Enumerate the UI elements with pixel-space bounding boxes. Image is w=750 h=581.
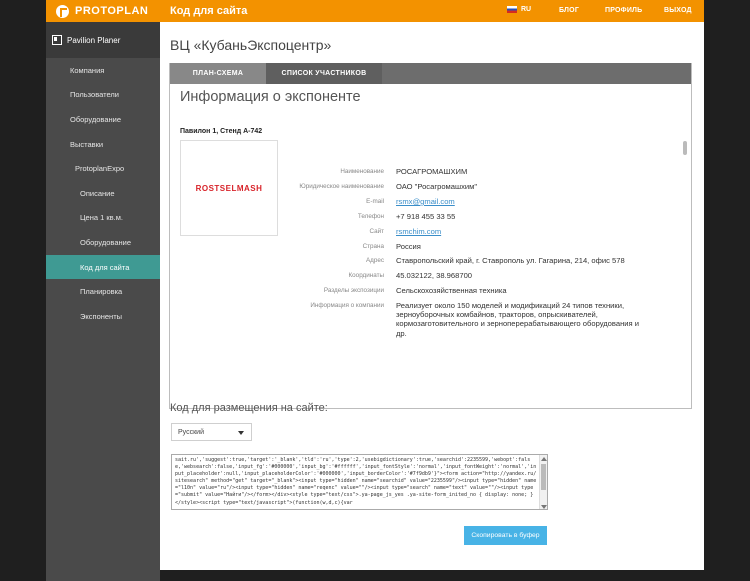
info-row: Адрес Ставропольский край, г. Ставрополь … <box>280 256 680 269</box>
sidebar-item[interactable]: Описание <box>46 181 160 206</box>
info-value: Сельскохозяйственная техника <box>396 286 507 295</box>
info-row: Координаты 45.032122, 38.968700 <box>280 271 680 284</box>
main-content: ВЦ «КубаньЭкспоцентр» ПЛАН-СХЕМА СПИСОК … <box>160 22 704 570</box>
logout-link[interactable]: ВЫХОД <box>664 7 692 14</box>
info-label: Разделы экспозиции <box>323 287 384 294</box>
language-switcher[interactable]: RU <box>507 6 531 13</box>
language-select-value: Русский <box>178 428 204 436</box>
stand-label: Павилон 1, Стенд А-742 <box>180 128 263 135</box>
scroll-down-icon[interactable] <box>541 505 547 509</box>
info-label: Наименование <box>340 168 384 175</box>
info-label: Телефон <box>357 213 384 220</box>
language-select[interactable]: Русский <box>171 423 252 441</box>
sidebar-item-label: Планировка <box>80 287 123 297</box>
sidebar-item-label: Выставки <box>70 139 104 149</box>
profile-link[interactable]: ПРОФИЛЬ <box>605 7 642 14</box>
code-scrollbar-thumb[interactable] <box>541 464 546 490</box>
tab-plan-scheme[interactable]: ПЛАН-СХЕМА <box>170 63 266 84</box>
sidebar-item[interactable]: Планировка <box>46 279 160 304</box>
info-scrollbar[interactable] <box>683 117 687 403</box>
info-value: ОАО "Росагромашхим" <box>396 182 478 191</box>
sidebar-item-label: Описание <box>80 188 115 198</box>
info-row: Юридическое наименование ОАО "Росагромашх… <box>280 182 680 195</box>
sidebar-item-label: Оборудование <box>80 237 132 247</box>
info-row: Наименование РОСАГРОМАШХИМ <box>280 167 680 180</box>
info-label: Сайт <box>369 228 384 235</box>
exhibitor-info-title: Информация о экспоненте <box>180 89 361 105</box>
top-bar: PROTOPLAN Код для сайта RU БЛОГ ПРОФИЛЬ … <box>46 0 704 22</box>
embed-code-title: Код для размещения на сайте: <box>170 402 328 414</box>
sidebar-item[interactable]: ProtoplanExpo <box>46 156 160 181</box>
info-value: Реализует около 150 моделей и модификаци… <box>396 301 639 338</box>
russia-flag-icon <box>507 6 517 13</box>
tab-participants-list[interactable]: СПИСОК УЧАСТНИКОВ <box>266 63 382 84</box>
page-title: ВЦ «КубаньЭкспоцентр» <box>170 37 332 53</box>
sidebar-item-label: Код для сайта <box>80 262 130 272</box>
sidebar-item-label: Цена 1 кв.м. <box>80 213 123 223</box>
sidebar-item[interactable]: Оборудование <box>46 230 160 255</box>
info-label: Юридическое наименование <box>299 183 384 190</box>
exhibitor-panel: ПЛАН-СХЕМА СПИСОК УЧАСТНИКОВ Информация … <box>169 63 692 409</box>
sidebar-item[interactable]: Код для сайта <box>46 254 160 280</box>
info-value: Ставропольский край, г. Ставрополь ул. Г… <box>396 256 625 265</box>
info-row: Страна Россия <box>280 242 680 255</box>
info-link[interactable]: rsmx@gmail.com <box>396 197 455 206</box>
scroll-up-icon[interactable] <box>541 457 547 461</box>
info-value: Россия <box>396 242 421 251</box>
exhibitor-logo: ROSTSELMASH <box>180 140 278 236</box>
protoplan-logo-icon <box>56 4 69 18</box>
exhibitor-logo-text: ROSTSELMASH <box>195 183 263 193</box>
info-value: РОСАГРОМАШХИМ <box>396 167 468 176</box>
logo-text: PROTOPLAN <box>75 5 149 17</box>
info-row: Сайт rsmchim.com <box>280 227 680 240</box>
info-label: Страна <box>362 243 384 250</box>
sidebar-item-label: ProtoplanExpo <box>75 164 125 174</box>
sidebar-item[interactable]: Оборудование <box>46 107 160 132</box>
code-scrollbar[interactable] <box>539 455 547 509</box>
sidebar-item[interactable]: Компания <box>46 58 160 83</box>
pavilion-icon <box>52 35 62 45</box>
info-row: Телефон +7 918 455 33 55 <box>280 212 680 225</box>
exhibitor-info: Информация о экспоненте Павилон 1, Стенд… <box>170 84 691 408</box>
embed-code-text: sait.ru','suggest':true,'target':'_blank… <box>175 457 537 506</box>
info-label: Координаты <box>348 272 384 279</box>
info-label: Адрес <box>365 257 384 264</box>
sidebar-item-label: Пользователи <box>70 90 119 100</box>
embed-code-textarea[interactable]: sait.ru','suggest':true,'target':'_blank… <box>171 454 548 510</box>
blog-link[interactable]: БЛОГ <box>559 7 579 14</box>
info-row: Информация о компании Реализует около 150… <box>280 301 680 338</box>
sidebar: Pavilion Planer Компания Пользователи Обор… <box>46 22 160 581</box>
sidebar-item[interactable]: Пользователи <box>46 83 160 108</box>
sidebar-item-label: Компания <box>70 65 105 75</box>
sidebar-item-label: Оборудование <box>70 114 122 124</box>
copy-to-clipboard-button[interactable]: Скопировать в буфер <box>464 526 547 545</box>
sidebar-item[interactable]: Экспоненты <box>46 304 160 329</box>
info-value: +7 918 455 33 55 <box>396 212 456 221</box>
sidebar-item[interactable]: Цена 1 кв.м. <box>46 206 160 231</box>
sidebar-brand-label: Pavilion Planer <box>67 35 121 45</box>
info-label: Информация о компании <box>310 302 384 309</box>
info-row: E-mail rsmx@gmail.com <box>280 197 680 210</box>
info-label: E-mail <box>366 198 384 205</box>
sidebar-brand[interactable]: Pavilion Planer <box>46 22 160 58</box>
info-link[interactable]: rsmchim.com <box>396 227 441 236</box>
language-label: RU <box>521 6 532 13</box>
header-title: Код для сайта <box>170 5 248 17</box>
chevron-down-icon <box>238 431 244 435</box>
sidebar-item[interactable]: Выставки <box>46 132 160 157</box>
info-scrollbar-thumb[interactable] <box>683 141 687 155</box>
info-value: 45.032122, 38.968700 <box>396 271 473 280</box>
logo[interactable]: PROTOPLAN <box>46 0 161 22</box>
info-row: Разделы экспозиции Сельскохозяйственная т… <box>280 286 680 299</box>
tab-bar: ПЛАН-СХЕМА СПИСОК УЧАСТНИКОВ <box>170 63 691 84</box>
sidebar-item-label: Экспоненты <box>80 311 123 321</box>
